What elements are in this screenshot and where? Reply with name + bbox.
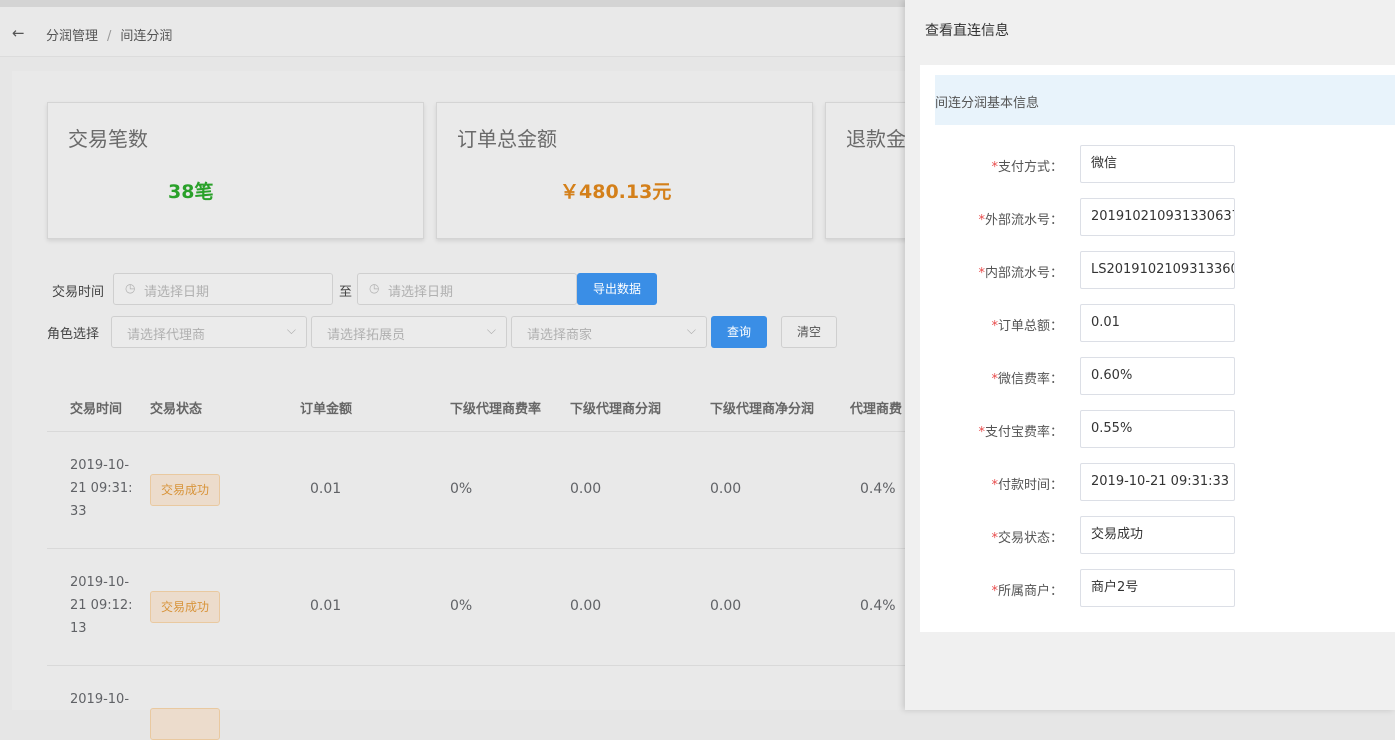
expander-select[interactable]: 请选择拓展员 ⌵: [311, 316, 507, 348]
order-total-field[interactable]: 0.01: [1080, 304, 1235, 342]
column-header-amount: 订单金额: [300, 402, 353, 417]
field-label-internal-serial: *内部流水号：: [978, 266, 1063, 281]
row-amount: 0.01: [310, 598, 342, 614]
export-button[interactable]: 导出数据: [577, 273, 657, 305]
field-label-order-total: *订单总额：: [991, 319, 1063, 334]
stat-title: 退款金: [846, 127, 906, 151]
clock-icon: ◷: [125, 281, 136, 295]
table-divider: [47, 548, 907, 549]
clock-icon: ◷: [369, 281, 380, 295]
field-label-alipay-rate: *支付宝费率：: [978, 425, 1063, 440]
column-header-status: 交易状态: [150, 402, 203, 417]
drawer-panel: 间连分润基本信息 *支付方式： 微信 *外部流水号： 2019102109313…: [920, 65, 1395, 632]
row-amount: 0.01: [310, 481, 342, 497]
expander-select-placeholder: 请选择拓展员: [327, 328, 406, 343]
column-header-sub-net-profit: 下级代理商净分润: [710, 402, 815, 417]
stat-value: 38笔: [168, 181, 214, 203]
row-time: 2019-10-: [70, 692, 130, 707]
breadcrumb-item-profit-management[interactable]: 分润管理: [46, 29, 98, 44]
status-badge: 交易成功: [150, 474, 220, 506]
chevron-down-icon: ⌵: [686, 323, 696, 337]
stat-value: ￥480.13元: [560, 181, 672, 203]
column-header-time: 交易时间: [70, 402, 123, 417]
external-serial-field[interactable]: 2019102109313306378: [1080, 198, 1235, 236]
end-date-input[interactable]: ◷ 请选择日期: [357, 273, 577, 305]
row-sub-net: 0.00: [710, 481, 742, 497]
role-filter-label: 角色选择: [47, 327, 100, 342]
status-badge: 交易成功: [150, 591, 220, 623]
field-label-transaction-status: *交易状态：: [991, 531, 1063, 546]
stat-card-order-total: 订单总金额 ￥480.13元: [436, 102, 813, 239]
time-filter-label: 交易时间: [52, 285, 105, 300]
payment-time-field[interactable]: 2019-10-21 09:31:33: [1080, 463, 1235, 501]
breadcrumb: 分润管理 / 间连分润: [46, 25, 172, 44]
chevron-down-icon: ⌵: [286, 323, 296, 337]
internal-serial-field[interactable]: LS20191021093133607: [1080, 251, 1235, 289]
arrow-left-icon[interactable]: ←: [12, 24, 25, 42]
agent-select[interactable]: 请选择代理商 ⌵: [111, 316, 307, 348]
stat-title: 订单总金额: [457, 127, 557, 151]
chevron-down-icon: ⌵: [486, 323, 496, 337]
stat-title: 交易笔数: [68, 127, 148, 151]
row-agent-fee: 0.4%: [860, 481, 896, 497]
row-time: 2019-10- 21 09:31: 33: [70, 458, 133, 519]
payment-method-field[interactable]: 微信: [1080, 145, 1235, 183]
clear-button[interactable]: 清空: [781, 316, 837, 348]
field-label-payment-method: *支付方式：: [991, 160, 1063, 175]
breadcrumb-item-indirect-profit: 间连分润: [120, 29, 173, 44]
row-sub-profit: 0.00: [570, 598, 602, 614]
row-sub-rate: 0%: [450, 481, 473, 497]
drawer-title: 查看直连信息: [925, 23, 1009, 39]
field-label-merchant: *所属商户：: [991, 584, 1063, 599]
start-date-placeholder: 请选择日期: [144, 285, 210, 300]
field-label-external-serial: *外部流水号：: [978, 213, 1063, 228]
field-label-payment-time: *付款时间：: [991, 478, 1063, 493]
section-title: 间连分润基本信息: [935, 96, 1040, 111]
table-divider: [47, 431, 907, 432]
breadcrumb-separator: /: [107, 29, 112, 44]
detail-drawer: 查看直连信息 间连分润基本信息 *支付方式： 微信 *外部流水号： 201910…: [905, 0, 1395, 710]
stat-card-transactions: 交易笔数 38笔: [47, 102, 424, 239]
merchant-field[interactable]: 商户2号: [1080, 569, 1235, 607]
row-agent-fee: 0.4%: [860, 598, 896, 614]
status-badge: [150, 708, 220, 740]
start-date-input[interactable]: ◷ 请选择日期: [113, 273, 333, 305]
transaction-status-field[interactable]: 交易成功: [1080, 516, 1235, 554]
column-header-agent-fee: 代理商费: [850, 402, 903, 417]
end-date-placeholder: 请选择日期: [388, 285, 454, 300]
row-sub-profit: 0.00: [570, 481, 602, 497]
merchant-select-placeholder: 请选择商家: [527, 328, 593, 343]
field-label-wechat-rate: *微信费率：: [991, 372, 1063, 387]
table-divider: [47, 665, 907, 666]
row-sub-rate: 0%: [450, 598, 473, 614]
row-sub-net: 0.00: [710, 598, 742, 614]
wechat-rate-field[interactable]: 0.60%: [1080, 357, 1235, 395]
column-header-sub-profit: 下级代理商分润: [570, 402, 662, 417]
merchant-select[interactable]: 请选择商家 ⌵: [511, 316, 707, 348]
to-label: 至: [339, 285, 353, 300]
alipay-rate-field[interactable]: 0.55%: [1080, 410, 1235, 448]
column-header-sub-rate: 下级代理商费率: [450, 402, 542, 417]
section-header: 间连分润基本信息: [935, 75, 1395, 125]
agent-select-placeholder: 请选择代理商: [127, 328, 206, 343]
row-time: 2019-10- 21 09:12: 13: [70, 575, 133, 636]
query-button[interactable]: 查询: [711, 316, 767, 348]
